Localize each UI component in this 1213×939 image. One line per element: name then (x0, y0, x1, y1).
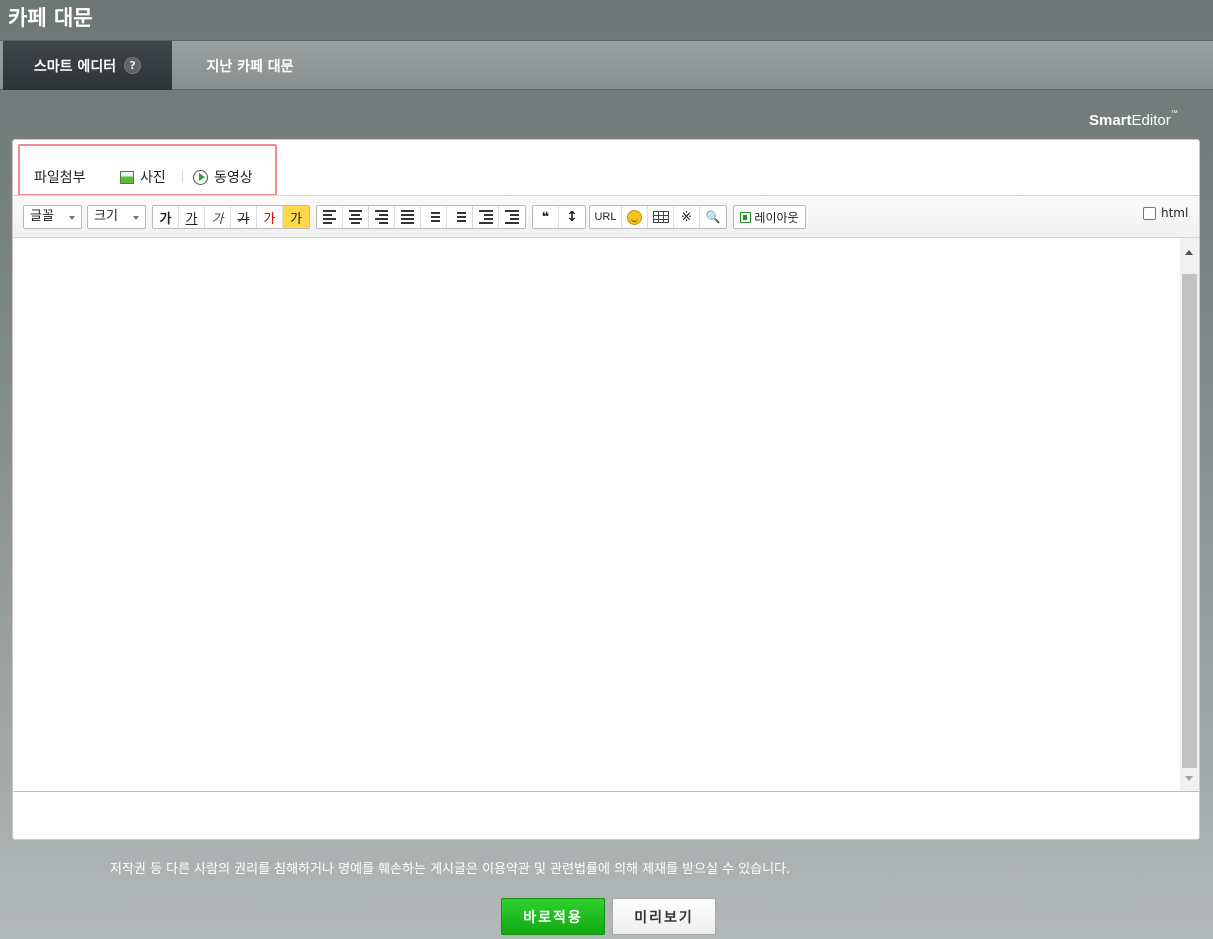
apply-button[interactable]: 바로적용 (501, 898, 605, 935)
vertical-scrollbar[interactable] (1180, 238, 1199, 791)
attach-video-button[interactable]: 동영상 (193, 167, 253, 187)
align-justify-button[interactable] (395, 206, 421, 228)
tab-past-cafe-front-label: 지난 카페 대문 (206, 58, 294, 75)
tab-smart-editor-label: 스마트 에디터 (33, 58, 117, 75)
font-select[interactable]: 글꼴 (23, 205, 82, 229)
file-attach-label: 파일첨부 (34, 170, 86, 186)
layout-icon (740, 211, 752, 223)
outdent-button[interactable] (473, 206, 499, 228)
find-button[interactable]: 🔍 (700, 206, 726, 228)
chevron-down-icon (133, 216, 139, 220)
numbered-list-button[interactable] (421, 206, 447, 228)
smarteditor-logo: SmartEditor™ (1089, 110, 1178, 129)
scroll-down-icon[interactable] (1185, 776, 1193, 781)
layout-button[interactable]: 레이아웃 (733, 205, 806, 229)
align-center-icon (349, 210, 362, 224)
editor-box: 파일첨부 사진 동영상 글꼴 크기 가 가 가 가 가 가 ❝ ↕ URL ※ … (12, 139, 1200, 840)
bullet-list-button[interactable] (447, 206, 473, 228)
numbered-list-icon (427, 212, 440, 222)
preview-button[interactable]: 미리보기 (612, 898, 716, 935)
strikethrough-button[interactable]: 가 (231, 206, 257, 228)
underline-button[interactable]: 가 (179, 206, 205, 228)
content-edit-area[interactable] (13, 238, 1199, 792)
font-color-button[interactable]: 가 (257, 206, 283, 228)
html-label: html (1161, 206, 1189, 220)
size-select[interactable]: 크기 (87, 205, 146, 229)
attach-divider (182, 170, 183, 183)
quote-group: ❝ ↕ (532, 205, 586, 229)
align-group (316, 205, 526, 229)
attach-photo-label: 사진 (140, 170, 166, 186)
font-select-label: 글꼴 (30, 209, 54, 224)
file-attach-area: 파일첨부 사진 동영상 (18, 144, 277, 196)
align-left-button[interactable] (317, 206, 343, 228)
copyright-notice: 저작권 등 다른 사람의 권리를 침해하거나 명예를 훼손하는 게시글은 이용약… (110, 862, 791, 877)
italic-button[interactable]: 가 (205, 206, 231, 228)
photo-icon (120, 170, 134, 184)
line-height-button[interactable]: ↕ (559, 206, 585, 228)
table-button[interactable] (648, 206, 674, 228)
align-right-icon (375, 210, 388, 224)
align-justify-icon (401, 210, 414, 224)
bold-button[interactable]: 가 (153, 206, 179, 228)
scrollbar-thumb[interactable] (1182, 274, 1197, 768)
align-center-button[interactable] (343, 206, 369, 228)
align-left-icon (323, 210, 336, 224)
layout-label: 레이아웃 (754, 210, 799, 225)
editor-toolbar: 글꼴 크기 가 가 가 가 가 가 ❝ ↕ URL ※ 🔍 레이아웃 html (13, 195, 1199, 238)
url-button[interactable]: URL (590, 206, 622, 228)
line-height-icon: ↕ (566, 209, 578, 225)
attach-photo-button[interactable]: 사진 (120, 167, 166, 187)
insert-group: URL ※ 🔍 (589, 205, 727, 229)
attach-video-label: 동영상 (214, 170, 253, 186)
tab-bar: 스마트 에디터 ? 지난 카페 대문 (0, 40, 1213, 90)
scroll-up-icon[interactable] (1185, 250, 1193, 255)
outdent-icon (478, 210, 493, 224)
align-right-button[interactable] (369, 206, 395, 228)
highlight-button[interactable]: 가 (283, 206, 309, 228)
size-select-label: 크기 (94, 209, 118, 224)
chevron-down-icon (69, 216, 75, 220)
text-style-group: 가 가 가 가 가 가 (152, 205, 310, 229)
smiley-icon (627, 209, 642, 225)
special-char-button[interactable]: ※ (674, 206, 700, 228)
bullet-list-icon (453, 212, 466, 222)
table-icon (652, 211, 669, 223)
indent-button[interactable] (499, 206, 525, 228)
html-checkbox[interactable]: html (1143, 206, 1188, 220)
checkbox-icon (1143, 206, 1156, 220)
search-icon: 🔍 (705, 210, 721, 224)
tab-smart-editor[interactable]: 스마트 에디터 ? (3, 41, 172, 90)
play-icon (193, 169, 208, 185)
quote-button[interactable]: ❝ (533, 206, 559, 228)
help-icon[interactable]: ? (124, 57, 142, 74)
emoticon-button[interactable] (622, 206, 648, 228)
tab-past-cafe-front[interactable]: 지난 카페 대문 (172, 41, 328, 90)
page-title: 카페 대문 (8, 6, 93, 30)
indent-icon (505, 210, 519, 224)
